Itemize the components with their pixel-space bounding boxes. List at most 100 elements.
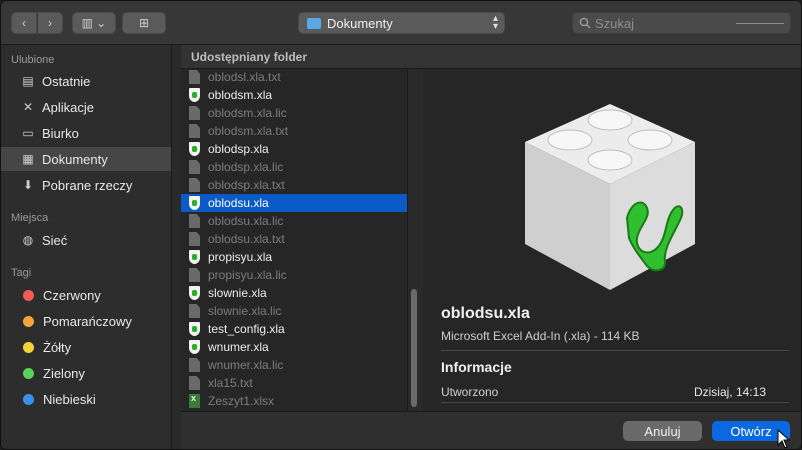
preview-file-name: oblodsu.xla: [441, 305, 530, 322]
excel-addin-file-icon: [189, 142, 200, 156]
file-row[interactable]: oblodsu.xla: [181, 194, 407, 212]
file-row[interactable]: oblodsp.xla.lic: [181, 158, 407, 176]
sidebar-item-pobrane-rzeczy[interactable]: ⬇ Pobrane rzeczy: [1, 173, 171, 197]
excel-addin-file-icon: [189, 340, 200, 354]
sidebar-item-pomarańczowy[interactable]: Pomarańczowy: [1, 309, 171, 333]
excel-file-icon: [189, 393, 200, 408]
preview-pane: oblodsu.xla Microsoft Excel Add-In (.xla…: [423, 69, 801, 411]
search-box[interactable]: [572, 12, 791, 34]
sidebar-item-label: Pobrane rzeczy: [42, 177, 133, 193]
file-name: slownie.xla.lic: [208, 304, 282, 318]
search-field-line: [736, 23, 784, 24]
new-folder-button[interactable]: ⊞: [122, 12, 166, 34]
updown-chevron-icon: ▴ ▾: [492, 13, 498, 32]
document-file-icon: [189, 232, 200, 246]
location-popup[interactable]: Dokumenty ▴ ▾: [298, 12, 505, 34]
chevron-right-icon: ›: [48, 16, 52, 30]
file-row[interactable]: propisyu.xla.lic: [181, 266, 407, 284]
preview-file-kind: Microsoft Excel Add-In (.xla) - 114 KB: [441, 329, 640, 343]
file-row[interactable]: Zeszyt1.xlsx: [181, 392, 407, 410]
toolbar: ‹ › ▥ ⌄ ⊞ Dokumenty ▴ ▾: [1, 1, 801, 45]
sidebar-item-zielony[interactable]: Zielony: [1, 361, 171, 385]
file-row[interactable]: slownie.xla: [181, 284, 407, 302]
mouse-cursor-icon: [777, 429, 791, 449]
file-row[interactable]: oblodsm.xla: [181, 86, 407, 104]
back-button[interactable]: ‹: [11, 12, 37, 34]
sidebar-section-favorites: Ulubione: [11, 54, 55, 66]
tag-dot-icon: [23, 289, 34, 301]
document-file-icon: [189, 124, 200, 138]
file-name: oblodsp.xla.lic: [208, 160, 284, 174]
sidebar-item-label: Aplikacje: [42, 99, 95, 115]
file-name: oblodsu.xla.lic: [208, 214, 284, 228]
excel-addin-file-icon: [189, 250, 200, 264]
sidebar-item-label: Czerwony: [43, 287, 101, 303]
excel-addin-file-icon: [189, 196, 200, 210]
file-name: propisyu.xla: [208, 250, 273, 264]
tag-dot-icon: [23, 315, 34, 327]
tag-dot-icon: [23, 367, 34, 379]
document-file-icon: [189, 358, 200, 372]
sidebar-item-sieć[interactable]: ◍ Sieć: [1, 228, 171, 252]
file-list-scrollbar[interactable]: [411, 289, 417, 407]
divider: [441, 402, 789, 403]
file-row[interactable]: wnumer.xla.lic: [181, 356, 407, 374]
desktop-icon: ▭: [22, 126, 34, 140]
document-file-icon: [189, 178, 200, 192]
view-mode-button[interactable]: ▥ ⌄: [72, 12, 116, 34]
created-value: Dzisiaj, 14:13: [693, 385, 766, 399]
file-row[interactable]: test_config.xla: [181, 320, 407, 338]
search-input[interactable]: [595, 15, 715, 31]
file-row[interactable]: slownie.xla.lic: [181, 302, 407, 320]
file-name: oblodsm.xla: [208, 88, 273, 102]
file-name: oblodsm.xla.lic: [208, 106, 287, 120]
excel-addin-file-icon: [189, 286, 200, 300]
sidebar-section-tags: Tagi: [11, 267, 32, 279]
file-row[interactable]: oblodsm.xla.txt: [181, 122, 407, 140]
file-row[interactable]: oblodsu.xla.txt: [181, 230, 407, 248]
file-name: oblodsm.xla.txt: [208, 124, 289, 138]
file-name: oblodsu.xla: [208, 196, 269, 210]
file-row[interactable]: wnumer.xla: [181, 338, 407, 356]
applications-icon: ✕: [22, 100, 34, 114]
file-name: slownie.xla: [208, 286, 267, 300]
file-row[interactable]: oblodsm.xla.lic: [181, 104, 407, 122]
excel-addin-file-icon: [189, 322, 200, 336]
file-row[interactable]: oblodsp.xla.txt: [181, 176, 407, 194]
bottom-bar: Anuluj Otwórz: [181, 411, 801, 449]
file-name: test_config.xla: [208, 322, 285, 336]
document-file-icon: [189, 214, 200, 228]
preview-info-title: Informacje: [441, 359, 512, 375]
document-file-icon: [189, 376, 200, 390]
file-row[interactable]: xla15.txt: [181, 374, 407, 392]
file-list[interactable]: oblodsl.xla.txt oblodsm.xla oblodsm.xla.li…: [181, 69, 408, 411]
sidebar-item-ostatnie[interactable]: ▤ Ostatnie: [1, 69, 171, 93]
search-icon: [579, 17, 591, 29]
sidebar-item-niebieski[interactable]: Niebieski: [1, 387, 171, 411]
cancel-button[interactable]: Anuluj: [623, 421, 702, 441]
recents-icon: ▤: [22, 74, 34, 88]
sidebar-item-label: Pomarańczowy: [43, 313, 132, 329]
sidebar-item-label: Niebieski: [43, 391, 96, 407]
file-row[interactable]: propisyu.xla: [181, 248, 407, 266]
tag-dot-icon: [23, 393, 34, 405]
sidebar-item-żółty[interactable]: Żółty: [1, 335, 171, 359]
file-row[interactable]: oblodsp.xla: [181, 140, 407, 158]
sidebar-item-czerwony[interactable]: Czerwony: [1, 283, 171, 307]
excel-addin-file-icon: [189, 88, 200, 102]
file-name: oblodsp.xla.txt: [208, 178, 285, 192]
file-name: wnumer.xla.lic: [208, 358, 284, 372]
sidebar-item-label: Ostatnie: [42, 73, 91, 89]
sidebar-item-dokumenty[interactable]: ▦ Dokumenty: [1, 147, 171, 171]
sidebar-item-label: Zielony: [43, 365, 85, 381]
file-row[interactable]: oblodsu.xla.lic: [181, 212, 407, 230]
sidebar-item-biurko[interactable]: ▭ Biurko: [1, 121, 171, 145]
file-row[interactable]: oblodsl.xla.txt: [181, 69, 407, 86]
file-name: oblodsl.xla.txt: [208, 70, 281, 84]
folder-icon: [307, 17, 321, 29]
created-label: Utworzono: [441, 385, 499, 399]
forward-button[interactable]: ›: [37, 12, 63, 34]
sidebar-item-aplikacje[interactable]: ✕ Aplikacje: [1, 95, 171, 119]
document-file-icon: [189, 70, 200, 84]
file-name: Zeszyt1.xlsx: [208, 394, 275, 408]
